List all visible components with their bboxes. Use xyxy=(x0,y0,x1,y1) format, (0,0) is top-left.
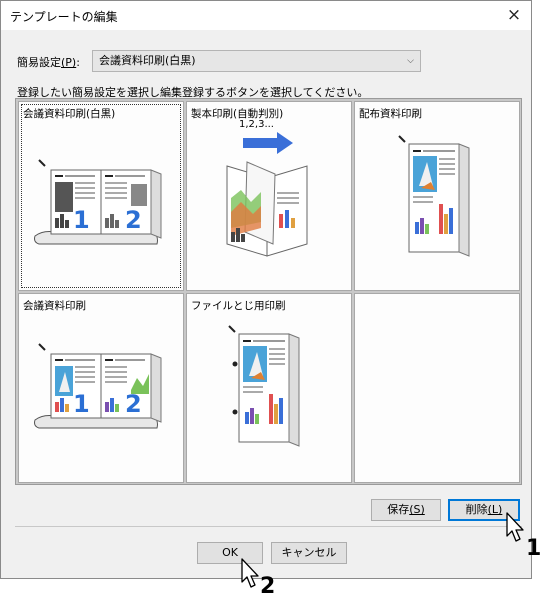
handout-document-icon xyxy=(398,135,470,257)
title-bar: テンプレートの編集 × xyxy=(1,1,531,30)
template-tile-meeting[interactable]: 会議資料印刷 1 2 xyxy=(18,293,184,483)
simple-setting-label: 簡易設定(P): xyxy=(17,56,80,69)
step-marker-2: 2 xyxy=(260,574,276,599)
simple-setting-accelerator: (P) xyxy=(61,56,77,69)
template-tile-empty[interactable] xyxy=(354,293,520,483)
cancel-button[interactable]: キャンセル xyxy=(271,542,347,564)
template-label: 会議資料印刷 xyxy=(23,300,86,312)
template-tile-booklet-auto[interactable]: 製本印刷(自動判別) 1,2,3... xyxy=(186,101,352,291)
template-sublabel: 1,2,3... xyxy=(239,119,274,130)
svg-text:2: 2 xyxy=(125,206,142,234)
template-label: 会議資料印刷(白黒) xyxy=(23,108,116,120)
step-marker-1: 1 xyxy=(526,536,542,561)
booklet-folding-icon xyxy=(226,132,308,257)
save-button[interactable]: 保存(S) xyxy=(371,499,441,521)
chevron-down-icon: ⌵ xyxy=(407,56,414,66)
close-icon[interactable]: × xyxy=(497,1,531,30)
template-grid: 会議資料印刷(白黒) 1 2 製本印刷(自動判別) 1,2,3... 配布資料印… xyxy=(15,98,522,485)
template-tile-meeting-bw[interactable]: 会議資料印刷(白黒) 1 2 xyxy=(18,101,184,291)
template-tile-handout[interactable]: 配布資料印刷 xyxy=(354,101,520,291)
template-tile-file-binding[interactable]: ファイルとじ用印刷 xyxy=(186,293,352,483)
cursor-pointer-icon xyxy=(506,512,524,542)
button-separator xyxy=(15,526,522,527)
cursor-pointer-icon xyxy=(241,558,259,588)
simple-setting-dropdown[interactable]: 会議資料印刷(白黒) ⌵ xyxy=(92,50,421,72)
svg-text:2: 2 xyxy=(125,390,142,418)
template-label: 配布資料印刷 xyxy=(359,108,422,120)
punched-document-icon xyxy=(228,325,300,447)
template-label: ファイルとじ用印刷 xyxy=(191,300,286,312)
svg-text:1: 1 xyxy=(73,390,90,418)
svg-text:1: 1 xyxy=(73,206,90,234)
simple-setting-value: 会議資料印刷(白黒) xyxy=(99,54,196,67)
dialog-title: テンプレートの編集 xyxy=(10,10,118,24)
two-up-booklet-icon: 1 2 xyxy=(34,159,162,245)
template-edit-dialog: テンプレートの編集 × 簡易設定(P): 会議資料印刷(白黒) ⌵ 登録したい簡… xyxy=(0,0,532,579)
two-up-booklet-color-icon: 1 2 xyxy=(34,343,162,429)
